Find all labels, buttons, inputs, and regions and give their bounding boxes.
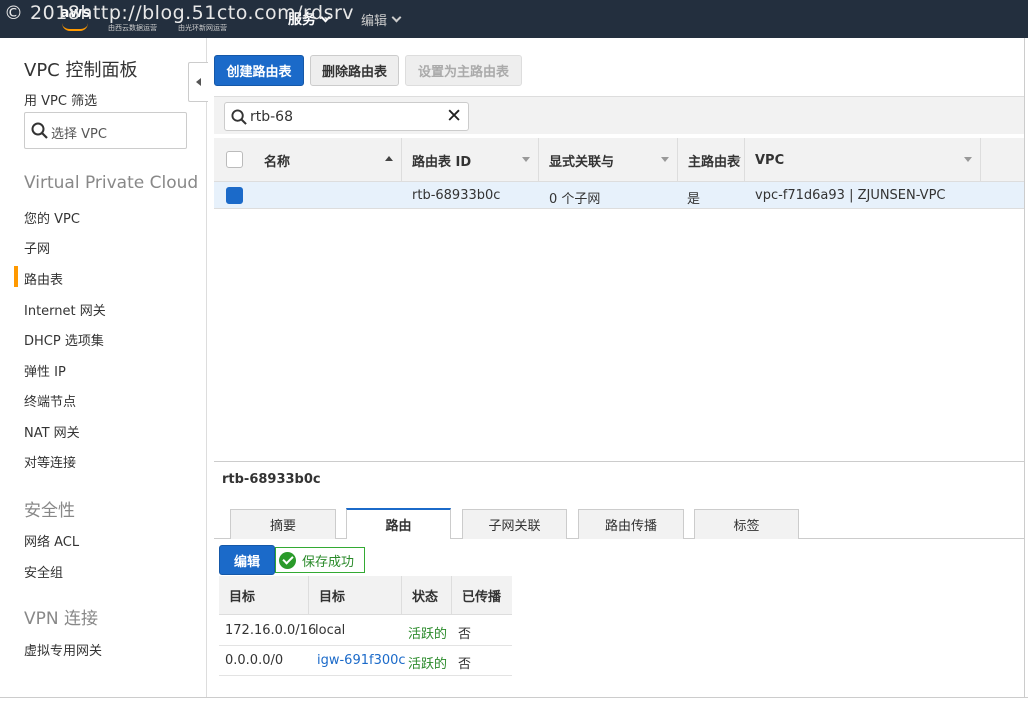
sidebar-item-peering[interactable]: 对等连接 [24,452,76,471]
sort-asc-icon [385,156,393,161]
sidebar-item-vpn-gateways[interactable]: 虚拟专用网关 [24,640,102,659]
sidebar-item-endpoints[interactable]: 终端节点 [24,391,76,410]
route-status: 活跃的 [408,657,448,672]
section-vpn: VPN 连接 [24,609,99,629]
tab-routes[interactable]: 路由 [346,508,451,539]
route-row: 0.0.0.0/0 igw-691f300c 活跃的 否 [219,646,512,676]
route-status: 活跃的 [408,627,448,642]
row-checkbox[interactable] [226,187,243,204]
routes-column-destination: 目标 [219,576,309,615]
sidebar-item-your-vpc[interactable]: 您的 VPC [24,208,80,227]
column-main-label: 主路由表 [688,154,741,170]
sidebar: VPC 控制面板 用 VPC 筛选 选择 VPC Virtual Private… [0,38,207,701]
pane-splitter[interactable] [214,461,1024,462]
column-assoc-label: 显式关联与 [549,154,615,170]
column-vpc-label: VPC [755,152,785,168]
sidebar-item-network-acl[interactable]: 网络 ACL [24,531,79,550]
column-explicit-assoc[interactable]: 显式关联与 [539,138,678,182]
section-security: 安全性 [24,501,75,521]
collapse-sidebar-button[interactable] [188,62,208,102]
column-name-label: 名称 [264,154,291,170]
route-row: 172.16.0.0/16 local 活跃的 否 [219,616,512,646]
logo-subtitle-1: 由西云数据运营 [108,24,157,32]
chevron-left-icon [196,78,201,86]
sidebar-item-route-tables[interactable]: 路由表 [13,266,63,288]
route-destination: 0.0.0.0/0 [225,653,284,668]
column-name[interactable]: 名称 [254,138,402,182]
sort-icon [964,157,972,162]
chevron-down-icon [391,12,402,23]
routes-table-header: 目标 目标 状态 已传播 [219,576,512,615]
logo-subtitle-2: 由光环新网运营 [178,24,227,32]
route-propagated: 否 [458,657,472,672]
tab-subnet-associations[interactable]: 子网关联 [462,509,567,539]
table-row[interactable]: rtb-68933b0c 0 个子网 是 vpc-f71d6a93 | ZJUN… [214,182,1024,209]
route-target: local [315,623,346,638]
aws-smile-icon [62,23,88,31]
sort-icon [661,157,669,162]
create-route-table-button[interactable]: 创建路由表 [214,55,304,86]
sort-icon [733,157,741,162]
sidebar-title: VPC 控制面板 [24,60,138,81]
routes-column-target: 目标 [309,576,402,615]
clear-search-icon[interactable]: ✕ [446,107,462,126]
edit-menu-label: 编辑 [361,14,388,29]
detail-title: rtb-68933b0c [222,472,321,487]
edit-menu[interactable]: 编辑 [361,10,402,29]
route-propagated: 否 [458,627,472,642]
search-value: rtb-68 [250,109,293,125]
route-target-link[interactable]: igw-691f300c [317,653,406,668]
row-main: 是 [687,192,701,207]
edit-routes-button[interactable]: 编辑 [219,545,275,575]
window-frame-right [1024,38,1028,701]
sidebar-item-elastic-ip[interactable]: 弹性 IP [24,361,66,380]
top-nav-bar: aws 由西云数据运营 由光环新网运营 服务 编辑 © 2018http://b… [0,0,1028,38]
vpc-filter-select[interactable]: 选择 VPC [24,112,187,149]
route-table-list-header: 名称 路由表 ID 显式关联与 主路由表 VPC [214,138,1024,182]
row-explicit-assoc: 0 个子网 [549,192,601,207]
success-text: 保存成功 [302,554,355,570]
set-main-route-table-button[interactable]: 设置为主路由表 [405,55,522,86]
section-vpc: Virtual Private Cloud [24,173,199,193]
tab-summary[interactable]: 摘要 [230,509,336,539]
route-destination: 172.16.0.0/16 [225,623,317,638]
vpc-filter-placeholder: 选择 VPC [51,127,107,142]
column-main[interactable]: 主路由表 [678,138,745,182]
routes-column-status: 状态 [402,576,452,615]
sort-icon [522,157,530,162]
window-frame-bottom [0,697,1028,701]
search-input[interactable]: rtb-68 ✕ [224,102,469,131]
tab-tags[interactable]: 标签 [694,509,799,539]
sidebar-item-dhcp-options[interactable]: DHCP 选项集 [24,330,104,349]
search-icon [231,109,247,125]
row-vpc: vpc-f71d6a93 | ZJUNSEN-VPC [755,188,946,203]
tab-route-propagation[interactable]: 路由传播 [578,509,684,539]
column-route-table-id[interactable]: 路由表 ID [402,138,539,182]
sidebar-item-subnets[interactable]: 子网 [24,238,50,257]
search-icon [31,122,48,139]
column-vpc[interactable]: VPC [745,138,981,182]
sidebar-item-nat-gateways[interactable]: NAT 网关 [24,422,80,441]
select-all-checkbox[interactable] [226,151,243,168]
check-circle-icon [279,551,296,569]
watermark: © 2018http://blog.51cto.com/rdsrv [4,2,355,24]
vpc-filter-label: 用 VPC 筛选 [24,94,98,109]
routes-column-propagated: 已传播 [462,590,502,605]
sidebar-item-internet-gateways[interactable]: Internet 网关 [24,300,106,319]
column-id-label: 路由表 ID [412,154,472,170]
sidebar-item-security-groups[interactable]: 安全组 [24,562,63,581]
save-success-message: 保存成功 [275,547,365,573]
delete-route-table-button[interactable]: 删除路由表 [310,55,399,86]
row-route-table-id: rtb-68933b0c [412,188,501,203]
